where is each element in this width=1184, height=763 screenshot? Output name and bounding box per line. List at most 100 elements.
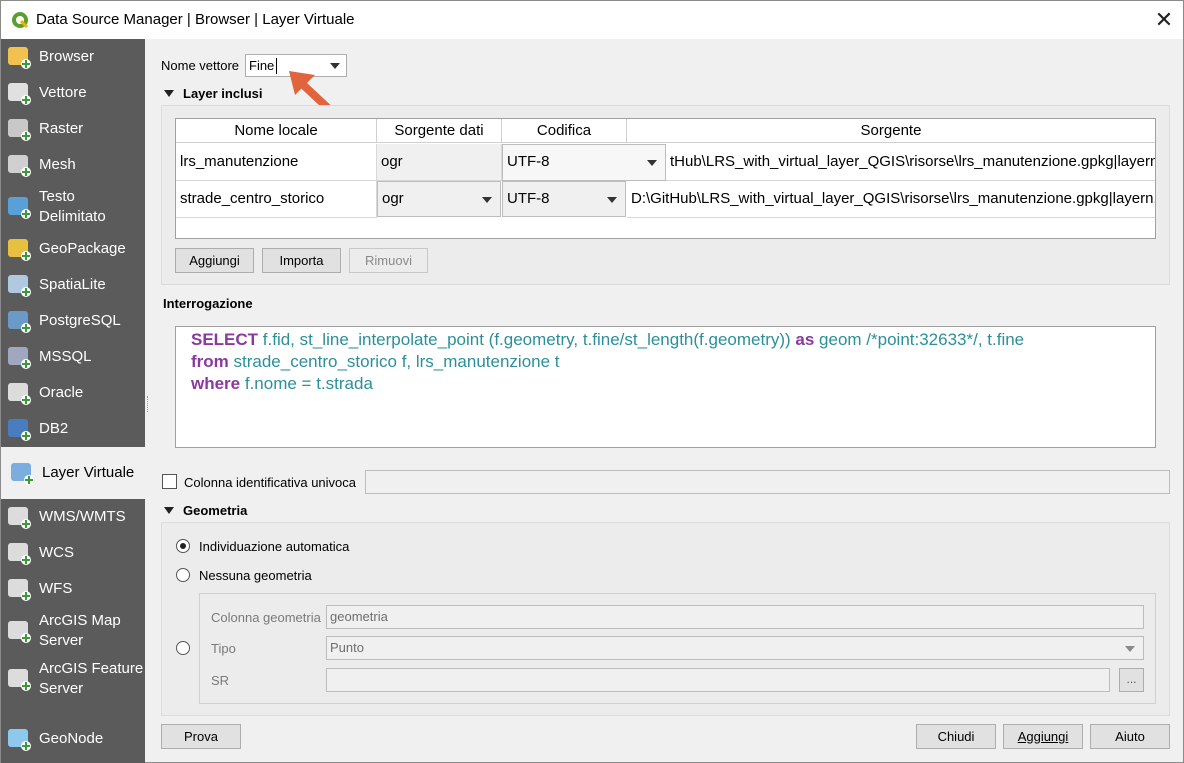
no-geometry-radio[interactable] xyxy=(176,568,190,582)
table-cell-name[interactable]: strade_centro_storico xyxy=(176,181,377,218)
sidebar-item-label-line: ArcGIS Feature xyxy=(39,660,144,677)
sidebar-item-label: Browser xyxy=(39,48,95,65)
sidebar-item-wms[interactable]: WMS/WMTS xyxy=(1,499,145,535)
import-layer-button[interactable]: Importa xyxy=(262,248,341,273)
wfs-icon xyxy=(8,579,31,601)
dialog-window: Data Source Manager | Browser | Layer Vi… xyxy=(0,0,1184,763)
sidebar-item-label: Layer Virtuale xyxy=(42,464,135,481)
column-header-provider[interactable]: Sorgente dati xyxy=(377,119,502,143)
table-cell-source[interactable]: tHub\LRS_with_virtual_layer_QGIS\risorse… xyxy=(666,144,1155,181)
sidebar-item-virtual-layer[interactable]: Layer Virtuale xyxy=(1,447,145,499)
sql-line: from strade_centro_storico f, lrs_manute… xyxy=(191,351,1155,373)
geometry-title: Geometria xyxy=(183,503,248,518)
sidebar-item-delimited-text[interactable]: Testo Delimitato xyxy=(1,183,145,231)
sidebar-item-folder[interactable]: Browser xyxy=(1,39,145,75)
qgis-logo-icon xyxy=(12,12,29,29)
sidebar-item-label: Raster xyxy=(39,120,84,137)
virtual-layer-icon xyxy=(11,463,34,485)
arcgis-feature-icon xyxy=(8,669,31,691)
delimited-text-icon xyxy=(8,197,31,219)
sql-text: f.nome = t.strada xyxy=(240,374,373,393)
sidebar-item-geonode[interactable]: GeoNode xyxy=(1,703,145,763)
column-header-encoding[interactable]: Codifica xyxy=(502,119,627,143)
column-header-source[interactable]: Sorgente xyxy=(627,119,1155,143)
close-dialog-button[interactable]: Chiudi xyxy=(916,724,996,749)
sidebar-item-label: Oracle xyxy=(39,384,84,401)
sidebar-item-mesh[interactable]: Mesh xyxy=(1,147,145,183)
table-cell-source[interactable]: D:\GitHub\LRS_with_virtual_layer_QGIS\ri… xyxy=(627,181,1155,218)
sidebar-item-label: DB2 xyxy=(39,420,69,437)
collapse-geometry-icon[interactable] xyxy=(164,507,174,514)
sql-line: where f.nome = t.strada xyxy=(191,373,1155,395)
sidebar-item-label-line: Delimitato xyxy=(39,208,106,225)
sidebar-item-label: MSSQL xyxy=(39,348,92,365)
sidebar-item-label: SpatiaLite xyxy=(39,276,106,293)
text-cursor xyxy=(276,58,277,74)
provider-combo[interactable]: ogr xyxy=(377,181,501,217)
encoding-combo[interactable]: UTF-8 xyxy=(502,181,626,217)
geometry-type-label: Tipo xyxy=(211,641,236,656)
geometry-column-field[interactable]: geometria xyxy=(326,605,1144,629)
encoding-value: UTF-8 xyxy=(507,153,550,170)
close-button[interactable]: ✕ xyxy=(1151,7,1177,33)
mesh-icon xyxy=(8,155,31,177)
sidebar-item-label: Mesh xyxy=(39,156,76,173)
sidebar: Browser Vettore Raster Mesh Testo Delimitato G… xyxy=(1,39,145,763)
add-virtual-layer-button[interactable]: Aggiungi xyxy=(1003,724,1083,749)
geonode-icon xyxy=(8,729,31,751)
layer-name-label: Nome vettore xyxy=(161,58,240,73)
sidebar-item-label: Vettore xyxy=(39,84,87,101)
sidebar-item-postgresql[interactable]: PostgreSQL xyxy=(1,303,145,339)
included-layers-table: Nome locale Sorgente dati Codifica Sorge… xyxy=(175,118,1156,239)
sidebar-item-label-line: Testo xyxy=(39,188,75,205)
encoding-combo[interactable]: UTF-8 xyxy=(502,144,666,181)
sidebar-item-vector[interactable]: Vettore xyxy=(1,75,145,111)
geometry-type-combo[interactable]: Punto xyxy=(326,636,1144,660)
sql-keyword: from xyxy=(191,352,229,371)
sidebar-item-label: WFS xyxy=(39,580,73,597)
sidebar-item-label: WCS xyxy=(39,544,74,561)
remove-layer-button[interactable]: Rimuovi xyxy=(349,248,428,273)
sidebar-item-wcs[interactable]: WCS xyxy=(1,535,145,571)
folder-icon xyxy=(8,47,31,69)
sidebar-item-db2[interactable]: DB2 xyxy=(1,411,145,447)
unique-id-checkbox[interactable] xyxy=(162,474,177,489)
raster-icon xyxy=(8,119,31,141)
crs-select-button[interactable]: ... xyxy=(1119,668,1144,692)
spatialite-icon xyxy=(8,275,31,297)
sidebar-item-wfs[interactable]: WFS xyxy=(1,571,145,607)
add-layer-button[interactable]: Aggiungi xyxy=(175,248,254,273)
table-cell-name[interactable]: lrs_manutenzione xyxy=(176,144,377,181)
chevron-down-icon xyxy=(607,197,617,203)
table-cell-provider[interactable]: ogr xyxy=(377,144,502,181)
help-button[interactable]: Aiuto xyxy=(1090,724,1170,749)
test-button[interactable]: Prova xyxy=(161,724,241,749)
sidebar-item-label-line: ArcGIS Map xyxy=(39,612,121,629)
collapse-layers-icon[interactable] xyxy=(164,90,174,97)
unique-id-field[interactable] xyxy=(365,470,1170,494)
sidebar-item-geopackage[interactable]: GeoPackage xyxy=(1,231,145,267)
column-header-local-name[interactable]: Nome locale xyxy=(176,119,377,143)
sql-editor[interactable]: SELECT f.fid, st_line_interpolate_point … xyxy=(175,326,1156,448)
sql-keyword: SELECT xyxy=(191,330,259,349)
splitter-handle[interactable] xyxy=(147,396,149,412)
crs-field[interactable] xyxy=(326,668,1110,692)
window-title: Data Source Manager | Browser | Layer Vi… xyxy=(36,11,355,28)
arcgis-map-icon xyxy=(8,621,31,643)
sidebar-item-mssql[interactable]: MSSQL xyxy=(1,339,145,375)
encoding-value: UTF-8 xyxy=(507,190,550,207)
sidebar-item-raster[interactable]: Raster xyxy=(1,111,145,147)
chevron-down-icon xyxy=(1125,646,1135,652)
provider-value: ogr xyxy=(382,190,404,207)
included-layers-title: Layer inclusi xyxy=(183,86,263,101)
mssql-icon xyxy=(8,347,31,369)
manual-geometry-radio[interactable] xyxy=(176,641,190,655)
auto-detect-radio[interactable] xyxy=(176,539,190,553)
no-geometry-label: Nessuna geometria xyxy=(199,568,312,583)
sql-keyword: where xyxy=(191,374,241,393)
sidebar-item-spatialite[interactable]: SpatiaLite xyxy=(1,267,145,303)
sidebar-item-arcgis-map[interactable]: ArcGIS Map Server xyxy=(1,607,145,655)
sidebar-item-arcgis-feature[interactable]: ArcGIS Feature Server xyxy=(1,655,145,703)
geopackage-icon xyxy=(8,239,31,261)
sidebar-item-oracle[interactable]: Oracle xyxy=(1,375,145,411)
